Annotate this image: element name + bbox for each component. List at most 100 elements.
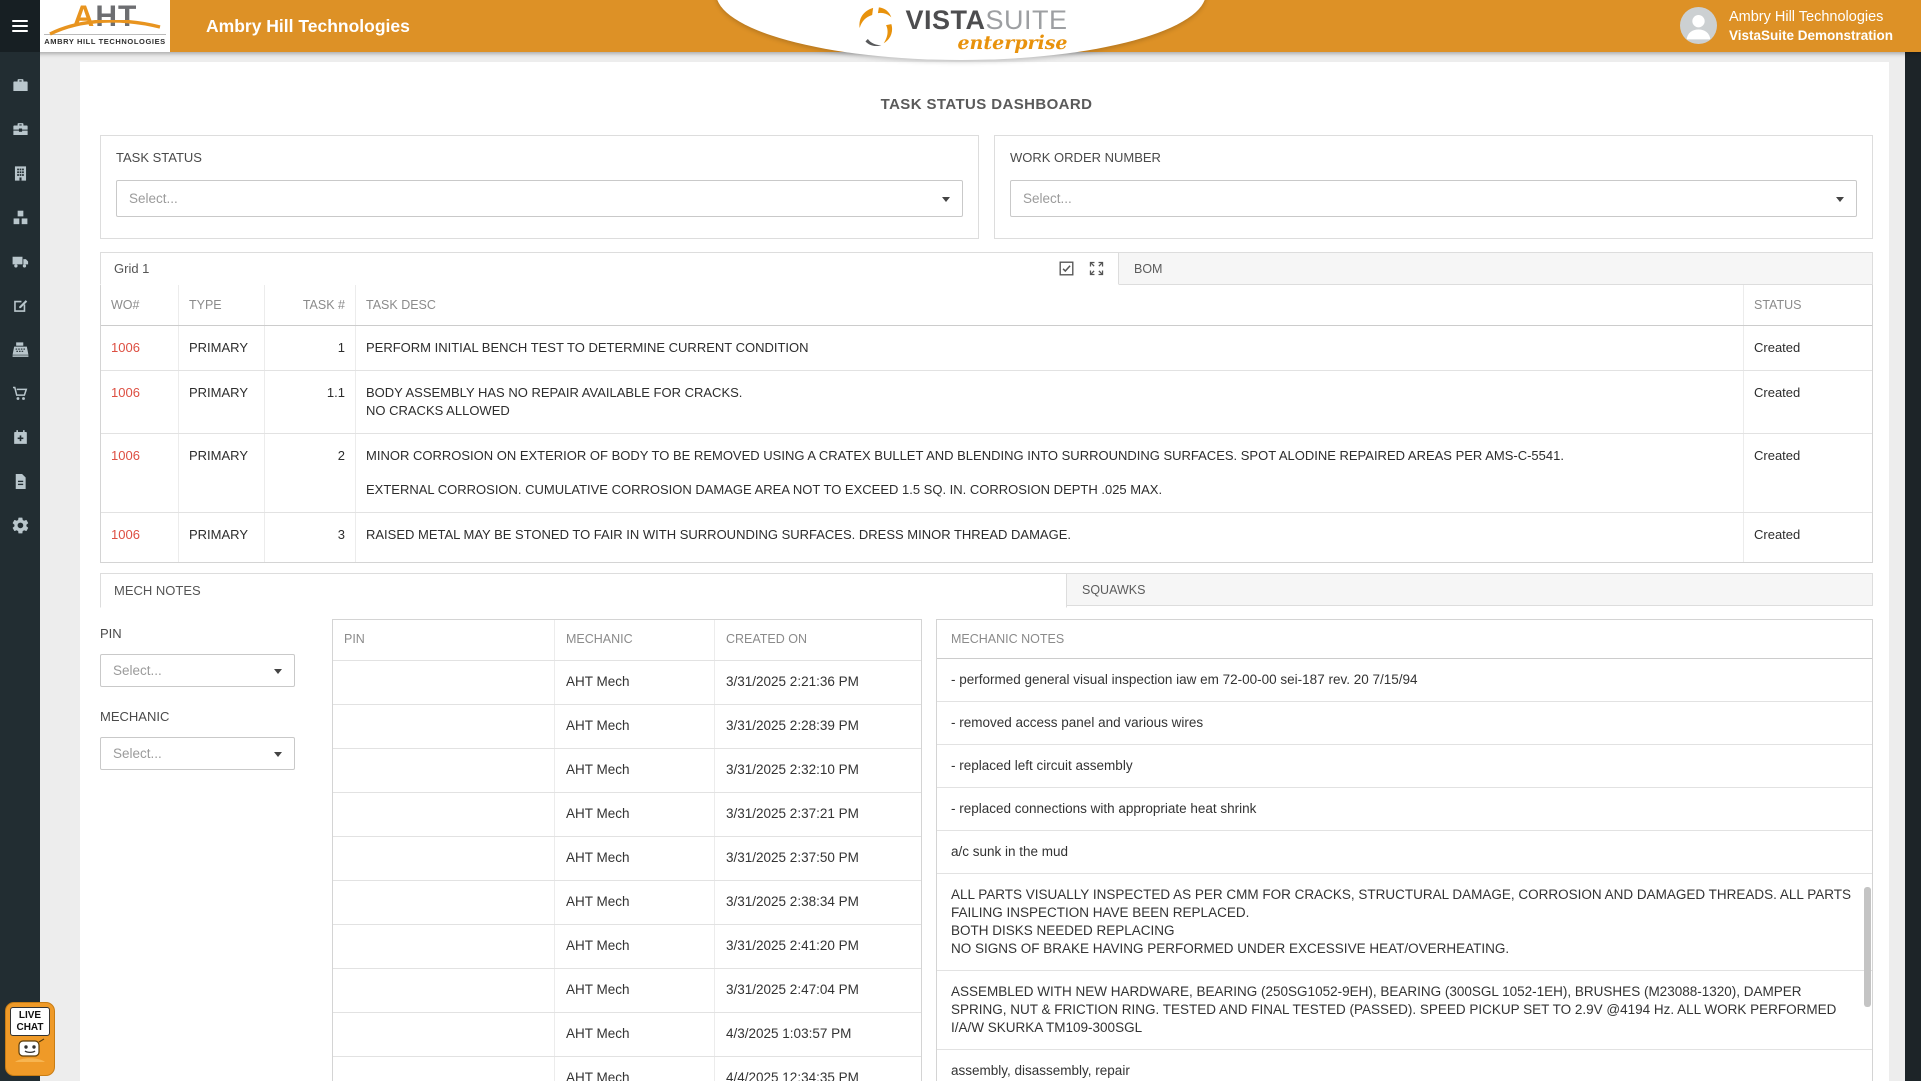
work-order-link[interactable]: 1006	[111, 448, 140, 463]
chat-robot-icon	[10, 1038, 50, 1064]
column-header-desc[interactable]: TASK DESC	[356, 285, 1744, 325]
paragraph-gap	[366, 465, 1733, 481]
log-row[interactable]: AHT Mech3/31/2025 2:47:04 PM	[333, 969, 921, 1013]
log-row[interactable]: AHT Mech4/3/2025 1:03:57 PM	[333, 1013, 921, 1057]
work-order-link[interactable]: 1006	[111, 385, 140, 400]
log-row[interactable]: AHT Mech3/31/2025 2:38:34 PM	[333, 881, 921, 925]
work-order-select[interactable]: Select...	[1010, 180, 1857, 217]
sidebar-item-edit[interactable]	[0, 299, 40, 317]
log-row[interactable]: AHT Mech3/31/2025 2:37:21 PM	[333, 793, 921, 837]
log-row[interactable]: AHT Mech4/4/2025 12:34:35 PM	[333, 1057, 921, 1081]
mechanic-note-row[interactable]: assembly, disassembly, repair	[937, 1050, 1872, 1081]
mechanic-label: MECHANIC	[100, 709, 306, 724]
note-line: BOTH DISKS NEEDED REPLACING	[951, 922, 1858, 940]
mech-notes-log-table: PIN MECHANIC CREATED ON AHT Mech3/31/202…	[332, 619, 922, 1081]
notes-scrollbar[interactable]	[1864, 662, 1871, 1081]
mechanic-note-row[interactable]: a/c sunk in the mud	[937, 831, 1872, 874]
vistasuite-edition: enterprise	[957, 34, 1067, 52]
pin-select[interactable]: Select...	[100, 654, 295, 687]
log-row[interactable]: AHT Mech3/31/2025 2:41:20 PM	[333, 925, 921, 969]
column-header-mechanic[interactable]: MECHANIC	[555, 620, 715, 660]
sidebar-item-building[interactable]	[0, 167, 40, 185]
mechanic-note-row[interactable]: - replaced left circuit assembly	[937, 745, 1872, 788]
tab-grid-1[interactable]: Grid 1	[100, 252, 1119, 285]
sidebar-item-calendar-plus[interactable]	[0, 431, 40, 449]
column-header-type[interactable]: TYPE	[179, 285, 265, 325]
aht-logo[interactable]: AHT AMBRY HILL TECHNOLOGIES	[40, 0, 170, 52]
mechanic-notes-body: - performed general visual inspection ia…	[937, 659, 1872, 1081]
cell-created-on: 3/31/2025 2:38:34 PM	[715, 881, 921, 924]
sidebar-item-document[interactable]	[0, 475, 40, 493]
column-header-created-on[interactable]: CREATED ON	[715, 620, 921, 660]
task-status-select[interactable]: Select...	[116, 180, 963, 217]
work-order-link[interactable]: 1006	[111, 527, 140, 542]
column-header-wo[interactable]: WO#	[101, 285, 179, 325]
task-grid-row[interactable]: 1006PRIMARY2MINOR CORROSION ON EXTERIOR …	[101, 434, 1872, 513]
desc-line: BODY ASSEMBLY HAS NO REPAIR AVAILABLE FO…	[366, 384, 1733, 402]
mechanic-note-row[interactable]: - performed general visual inspection ia…	[937, 659, 1872, 702]
mechanic-note-row[interactable]: ASSEMBLED WITH NEW HARDWARE, BEARING (25…	[937, 971, 1872, 1050]
cell-created-on: 3/31/2025 2:28:39 PM	[715, 705, 921, 748]
vistasuite-swirl-icon	[853, 4, 899, 55]
sidebar-item-gear[interactable]	[0, 519, 40, 537]
sidebar-item-cubes[interactable]	[0, 211, 40, 229]
cell-created-on: 3/31/2025 2:32:10 PM	[715, 749, 921, 792]
cell-mechanic: AHT Mech	[555, 793, 715, 836]
cell-wo: 1006	[101, 326, 179, 370]
cell-task-desc: PERFORM INITIAL BENCH TEST TO DETERMINE …	[356, 326, 1744, 370]
note-line: assembly, disassembly, repair	[951, 1062, 1858, 1080]
main-content: TASK STATUS DASHBOARD TASK STATUS Select…	[40, 52, 1905, 1081]
column-header-task[interactable]: TASK #	[265, 285, 356, 325]
cell-mechanic: AHT Mech	[555, 837, 715, 880]
log-row[interactable]: AHT Mech3/31/2025 2:28:39 PM	[333, 705, 921, 749]
hamburger-menu-button[interactable]	[0, 0, 40, 52]
sidebar-item-shopping-cart[interactable]	[0, 387, 40, 405]
work-order-filter-panel: WORK ORDER NUMBER Select...	[994, 135, 1873, 239]
expand-fullscreen-button[interactable]	[1088, 260, 1105, 277]
cell-mechanic: AHT Mech	[555, 661, 715, 704]
work-order-label: WORK ORDER NUMBER	[1010, 150, 1857, 165]
column-header-status[interactable]: STATUS	[1744, 285, 1872, 325]
note-line: - replaced left circuit assembly	[951, 757, 1858, 775]
note-line: - performed general visual inspection ia…	[951, 671, 1858, 689]
column-chooser-button[interactable]	[1058, 260, 1075, 277]
mechanic-select[interactable]: Select...	[100, 737, 295, 770]
task-grid-row[interactable]: 1006PRIMARY1PERFORM INITIAL BENCH TEST T…	[101, 326, 1872, 371]
sidebar-item-truck[interactable]	[0, 255, 40, 273]
log-row[interactable]: AHT Mech3/31/2025 2:32:10 PM	[333, 749, 921, 793]
vistasuite-wordmark: VISTASUITE	[905, 7, 1067, 33]
log-row[interactable]: AHT Mech3/31/2025 2:21:36 PM	[333, 661, 921, 705]
cell-mechanic: AHT Mech	[555, 1013, 715, 1056]
sidebar-item-briefcase[interactable]	[0, 79, 40, 97]
tab-mech-notes[interactable]: MECH NOTES	[100, 573, 1067, 608]
aht-logo-letters: AHT	[40, 0, 170, 34]
user-menu[interactable]: Ambry Hill Technologies VistaSuite Demon…	[1680, 7, 1893, 44]
chevron-down-icon	[274, 752, 282, 757]
task-grid-row[interactable]: 1006PRIMARY3RAISED METAL MAY BE STONED T…	[101, 513, 1872, 562]
cell-pin	[333, 1057, 555, 1081]
tab-bom[interactable]: BOM	[1119, 252, 1873, 285]
mechanic-note-row[interactable]: - removed access panel and various wires	[937, 702, 1872, 745]
notes-scrollbar-thumb[interactable]	[1864, 887, 1871, 1007]
work-order-link[interactable]: 1006	[111, 340, 140, 355]
cell-pin	[333, 705, 555, 748]
cell-type: PRIMARY	[179, 371, 265, 433]
note-line: a/c sunk in the mud	[951, 843, 1858, 861]
tab-squawks[interactable]: SQUAWKS	[1067, 573, 1873, 606]
briefcase-alt-icon	[11, 120, 30, 144]
page-scrollbar[interactable]	[1905, 52, 1921, 1081]
cell-mechanic: AHT Mech	[555, 969, 715, 1012]
desc-line: EXTERNAL CORROSION. CUMULATIVE CORROSION…	[366, 481, 1733, 499]
desc-line: NO CRACKS ALLOWED	[366, 402, 1733, 420]
cell-pin	[333, 749, 555, 792]
aht-logo-caption: AMBRY HILL TECHNOLOGIES	[44, 34, 166, 46]
log-row[interactable]: AHT Mech3/31/2025 2:37:50 PM	[333, 837, 921, 881]
sidebar-item-cash-register[interactable]	[0, 343, 40, 361]
mechanic-note-row[interactable]: - replaced connections with appropriate …	[937, 788, 1872, 831]
column-header-pin[interactable]: PIN	[333, 620, 555, 660]
live-chat-button[interactable]: LIVE CHAT	[5, 1002, 55, 1076]
sidebar-item-briefcase-alt[interactable]	[0, 123, 40, 141]
mechanic-note-row[interactable]: ALL PARTS VISUALLY INSPECTED AS PER CMM …	[937, 874, 1872, 971]
column-header-mechanic-notes[interactable]: MECHANIC NOTES	[937, 620, 1872, 659]
task-grid-row[interactable]: 1006PRIMARY1.1BODY ASSEMBLY HAS NO REPAI…	[101, 371, 1872, 434]
